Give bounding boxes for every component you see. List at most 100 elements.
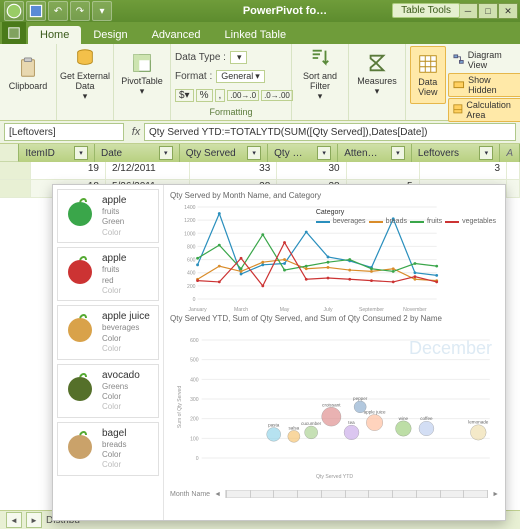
fx-icon[interactable]: fx <box>128 126 144 138</box>
report-overlay: applefruitsGreenColor applefruitsredColo… <box>52 184 506 521</box>
percent-icon[interactable]: % <box>196 89 213 102</box>
calculation-area-button[interactable]: Calculation Area <box>448 98 520 122</box>
filter-dropdown-icon[interactable]: ▾ <box>74 146 88 160</box>
save-icon[interactable] <box>26 1 46 21</box>
clipboard-button[interactable]: Clipboard <box>4 46 52 102</box>
svg-text:Qty Served YTD: Qty Served YTD <box>316 474 353 480</box>
svg-text:September: September <box>359 307 384 313</box>
product-card[interactable]: avocadoGreensColorColor <box>57 364 159 418</box>
col-atten[interactable]: Atten… <box>344 148 377 159</box>
filter-dropdown-icon[interactable]: ▾ <box>247 146 261 160</box>
scroll-left-icon[interactable]: ◄ <box>6 512 22 528</box>
product-card[interactable]: applefruitsredColor <box>57 247 159 301</box>
svg-text:cucumber: cucumber <box>301 421 322 426</box>
scroll-right-icon[interactable]: ► <box>26 512 42 528</box>
svg-text:0: 0 <box>193 297 196 303</box>
col-qtyserved[interactable]: Qty Served <box>186 148 236 159</box>
chart-legend: Category beveragesbreadsfruitsvegetables <box>316 209 496 227</box>
tab-design[interactable]: Design <box>81 26 139 44</box>
filter-dropdown-icon[interactable]: ▾ <box>479 146 493 160</box>
svg-text:July: July <box>323 307 333 313</box>
pivottable-icon <box>130 51 154 75</box>
ribbon-tabs: Home Design Advanced Linked Table <box>0 22 520 44</box>
col-qty[interactable]: Qty … <box>274 148 302 159</box>
eye-icon <box>453 79 465 91</box>
col-leftovers[interactable]: Leftovers <box>418 148 459 159</box>
svg-text:1200: 1200 <box>184 218 196 224</box>
svg-text:croissant: croissant <box>322 402 341 407</box>
svg-text:January: January <box>188 307 207 313</box>
get-external-data-button[interactable]: Get External Data▾ <box>61 46 109 102</box>
measures-button[interactable]: Measures▾ <box>353 46 401 102</box>
increase-decimal-icon[interactable]: .00→.0 <box>227 90 259 101</box>
svg-text:400: 400 <box>187 271 196 277</box>
table-row[interactable]: 19 2/12/2011 33 30 3 <box>0 162 520 180</box>
month-watermark: December <box>409 338 492 359</box>
svg-text:pasta: pasta <box>268 423 280 428</box>
currency-icon[interactable]: $▾ <box>175 89 194 102</box>
sort-filter-button[interactable]: Sort and Filter▾ <box>296 46 344 102</box>
bubble-chart-title: Qty Served YTD, Sum of Qty Served, and S… <box>170 314 499 323</box>
filter-dropdown-icon[interactable]: ▾ <box>159 146 173 160</box>
svg-text:March: March <box>234 307 248 313</box>
name-box[interactable]: [Leftovers] <box>4 123 124 141</box>
product-thumb <box>62 310 98 346</box>
bubble-chart: December 0100200300400500600Sum of Qty S… <box>170 331 499 483</box>
svg-text:600: 600 <box>187 258 196 264</box>
report-sidebar: applefruitsGreenColor applefruitsredColo… <box>53 185 164 520</box>
svg-text:November: November <box>403 307 427 313</box>
calc-icon <box>453 104 463 116</box>
product-card[interactable]: apple juicebeveragesColorColor <box>57 305 159 359</box>
database-icon <box>73 46 97 70</box>
comma-icon[interactable]: , <box>215 89 226 102</box>
product-thumb <box>62 194 98 230</box>
slider-track[interactable] <box>225 490 488 498</box>
tab-home[interactable]: Home <box>28 26 81 44</box>
svg-text:salsa: salsa <box>289 425 300 430</box>
data-view-button[interactable]: Data View <box>410 46 446 104</box>
filter-dropdown-icon[interactable]: ▾ <box>391 146 405 160</box>
col-itemid[interactable]: ItemID <box>25 148 54 159</box>
svg-text:600: 600 <box>190 338 199 344</box>
svg-text:tea: tea <box>348 420 355 425</box>
minimize-button[interactable]: ─ <box>458 3 478 19</box>
file-menu-button[interactable] <box>2 22 26 44</box>
slider-prev-icon[interactable]: ◄ <box>214 491 221 498</box>
svg-text:Sum of Qty Served: Sum of Qty Served <box>177 386 183 428</box>
close-button[interactable]: ✕ <box>498 3 518 19</box>
app-icon[interactable] <box>4 1 24 21</box>
svg-text:800: 800 <box>187 244 196 250</box>
svg-text:300: 300 <box>190 397 199 403</box>
contextual-tab-label: Table Tools <box>392 3 460 18</box>
qat-more-icon[interactable]: ▾ <box>92 1 112 21</box>
month-slider[interactable]: Month Name ◄ ► <box>170 487 499 501</box>
diagram-view-button[interactable]: Diagram View <box>448 48 520 72</box>
svg-text:lemonade: lemonade <box>468 420 489 425</box>
svg-text:400: 400 <box>190 377 199 383</box>
tab-linked-table[interactable]: Linked Table <box>213 26 299 44</box>
product-card[interactable]: bagelbreadsColorColor <box>57 422 159 476</box>
filter-dropdown-icon[interactable]: ▾ <box>317 146 331 160</box>
col-date[interactable]: Date <box>101 148 122 159</box>
pivottable-button[interactable]: PivotTable▾ <box>118 46 166 102</box>
formula-input[interactable]: Qty Served YTD:=TOTALYTD(SUM([Qty Served… <box>144 123 516 141</box>
maximize-button[interactable]: □ <box>478 3 498 19</box>
undo-icon[interactable]: ↶ <box>48 1 68 21</box>
datatype-row[interactable]: Data Type :▾ <box>175 48 287 66</box>
tab-advanced[interactable]: Advanced <box>140 26 213 44</box>
line-chart-title: Qty Served by Month Name, and Category <box>170 191 499 200</box>
show-hidden-button[interactable]: Show Hidden <box>448 73 520 97</box>
slider-next-icon[interactable]: ► <box>492 491 499 498</box>
decrease-decimal-icon[interactable]: .0→.00 <box>261 90 293 101</box>
format-row[interactable]: Format :General▾ <box>175 67 287 85</box>
sort-icon <box>308 46 332 70</box>
svg-text:500: 500 <box>190 358 199 364</box>
product-card[interactable]: applefruitsGreenColor <box>57 189 159 243</box>
formula-bar: [Leftovers] fx Qty Served YTD:=TOTALYTD(… <box>0 121 520 144</box>
svg-text:1400: 1400 <box>184 205 196 211</box>
product-thumb <box>62 252 98 288</box>
clipboard-icon <box>16 56 40 80</box>
redo-icon[interactable]: ↷ <box>70 1 90 21</box>
svg-text:wine: wine <box>399 416 409 421</box>
svg-text:200: 200 <box>187 284 196 290</box>
